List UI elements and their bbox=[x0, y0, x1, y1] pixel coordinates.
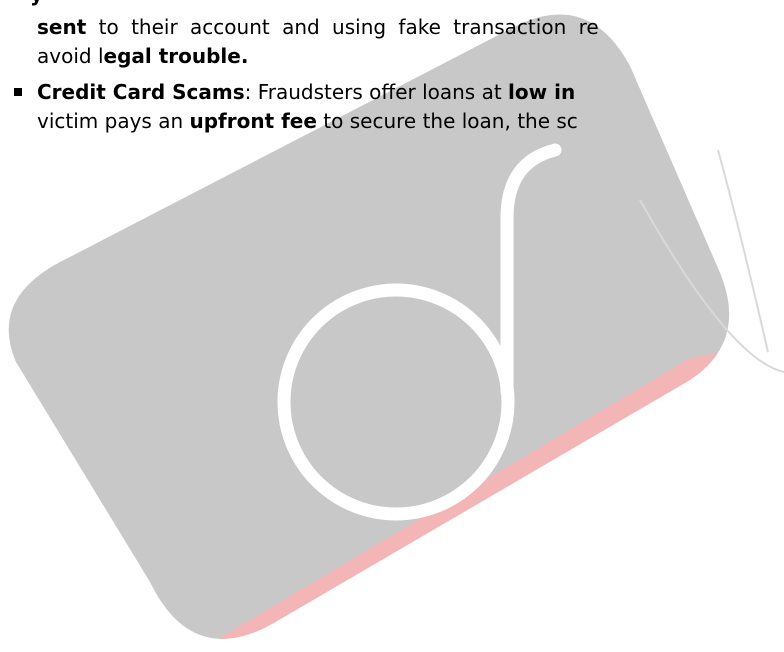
bold-phrase: upfront fee bbox=[189, 109, 317, 133]
text-run: to secure the loan, the sc bbox=[316, 109, 578, 133]
document-page: y sent to their account and using fake t… bbox=[0, 0, 784, 652]
list-item-line: victim pays an upfront fee to secure the… bbox=[37, 107, 578, 136]
list-item-line: Credit Card Scams: Fraudsters offer loan… bbox=[37, 78, 575, 107]
text-run: avoid l bbox=[37, 44, 104, 68]
bold-phrase: low in bbox=[508, 80, 576, 104]
list-bullet-icon bbox=[14, 88, 22, 96]
text-run: : Fraudsters offer loans at bbox=[244, 80, 509, 104]
text-run: victim pays an bbox=[37, 109, 190, 133]
paragraph-line: sent to their account and using fake tra… bbox=[37, 13, 599, 42]
bold-phrase: sent bbox=[37, 15, 87, 39]
text-run: to their account and using fake transact… bbox=[86, 15, 599, 39]
document-text: y sent to their account and using fake t… bbox=[0, 0, 784, 652]
cutoff-heading-fragment: y bbox=[30, 0, 43, 9]
paragraph-line: avoid legal trouble. bbox=[37, 42, 248, 71]
list-item-title: Credit Card Scams bbox=[37, 80, 245, 104]
bold-phrase: egal trouble. bbox=[103, 44, 249, 68]
